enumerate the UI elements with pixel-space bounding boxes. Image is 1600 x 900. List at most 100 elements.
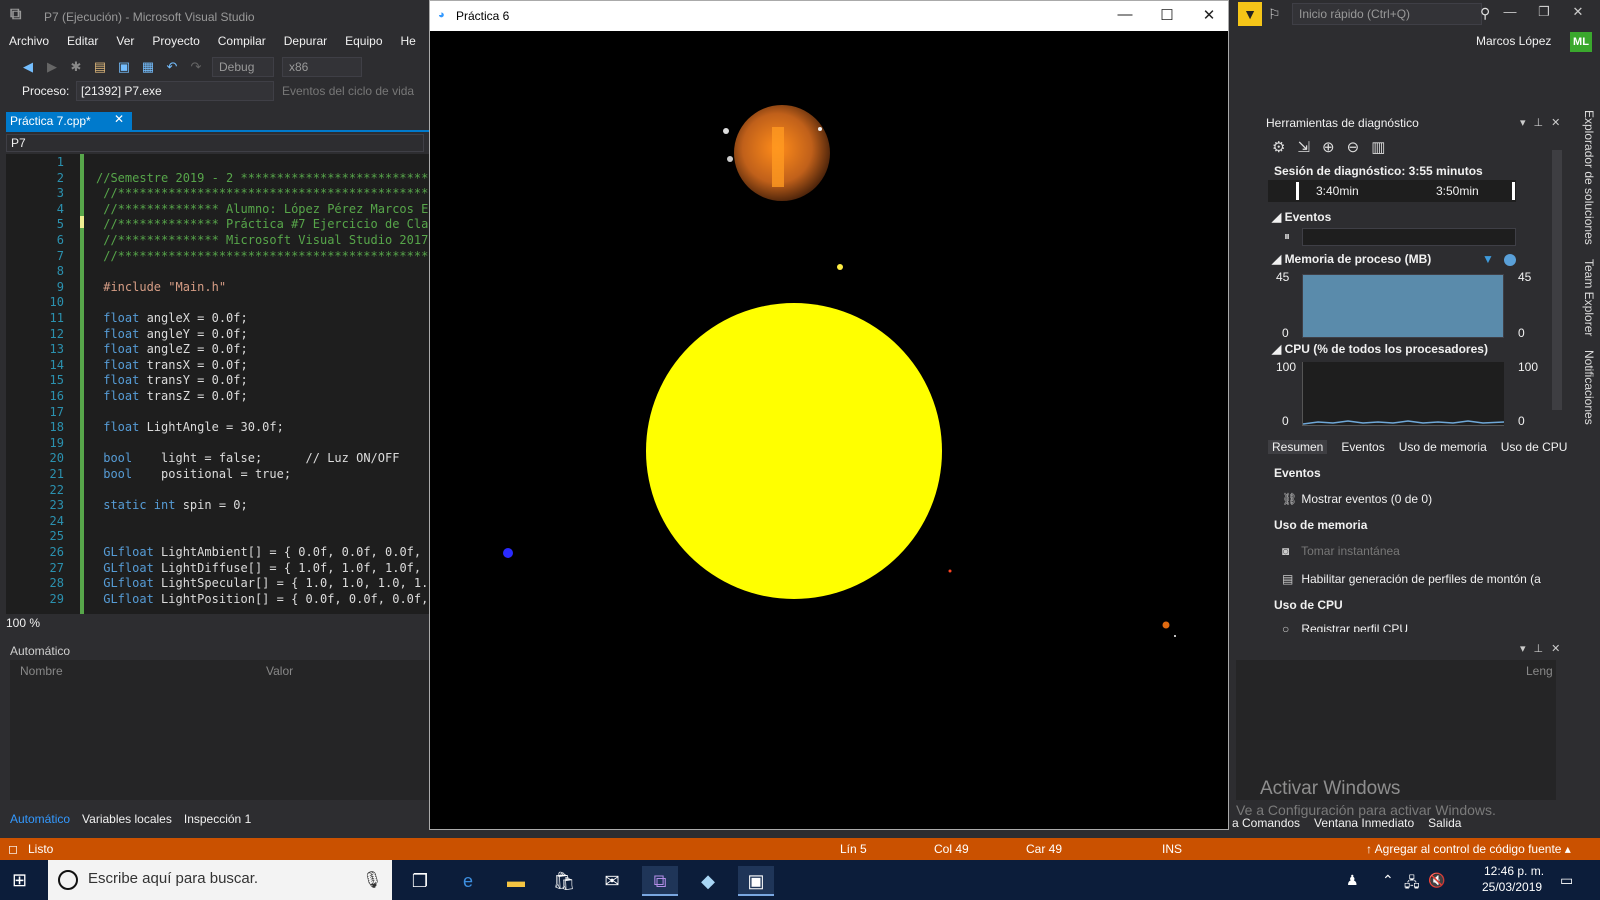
show-events-link[interactable]: ⛓ Mostrar eventos (0 de 0) (1282, 492, 1432, 506)
tab-cpu-usage[interactable]: Uso de CPU (1501, 440, 1568, 454)
memory-section-head[interactable]: ◢ Memoria de proceso (MB) (1272, 252, 1431, 266)
tab-summary[interactable]: Resumen (1268, 440, 1328, 454)
lifecycle-events-button[interactable]: Eventos del ciclo de vida (282, 84, 414, 98)
zoom-in-icon[interactable]: ⊕ (1322, 138, 1335, 156)
configuration-select[interactable]: Debug (212, 57, 274, 77)
microphone-icon[interactable]: 🎙 (362, 870, 382, 890)
code-editor[interactable]: 1 2 //Semestre 2019 - 2 ******************… (6, 154, 430, 614)
cpu-section-head[interactable]: ◢ CPU (% de todos los procesadores) (1272, 342, 1488, 356)
app-icon[interactable]: ◆ (690, 866, 726, 896)
keyword: float (103, 420, 140, 435)
take-snapshot-button[interactable]: ◙ Tomar instantánea (1282, 544, 1400, 558)
diagnostic-scrollbar[interactable] (1552, 150, 1562, 410)
notifications-filter-icon[interactable]: ▼ (1238, 2, 1262, 26)
column-header-language[interactable]: Leng (1526, 664, 1553, 678)
tab-command-window[interactable]: a Comandos (1232, 816, 1300, 830)
tab-output[interactable]: Salida (1428, 816, 1461, 830)
export-icon[interactable]: ⇲ (1297, 138, 1310, 156)
clock-time[interactable]: 12:46 p. m. (1484, 864, 1544, 878)
zoom-out-icon[interactable]: ⊖ (1347, 138, 1360, 156)
events-section-head[interactable]: ◢ Eventos (1272, 210, 1331, 224)
cortana-icon[interactable] (58, 870, 78, 890)
clock-date[interactable]: 25/03/2019 (1482, 880, 1542, 894)
line-number: 28 (49, 576, 64, 591)
search-icon[interactable]: ⚲ (1480, 5, 1490, 22)
tab-solution-explorer[interactable]: Explorador de soluciones (1572, 110, 1596, 245)
back-icon[interactable]: ◀ (20, 59, 36, 75)
new-item-icon[interactable]: ✱ (68, 59, 84, 75)
menu-ver[interactable]: Ver (107, 32, 143, 54)
heap-profiling-link[interactable]: ▤ Habilitar generación de perfiles de mo… (1282, 572, 1541, 586)
redo-icon[interactable]: ↷ (188, 59, 204, 75)
game-title-bar[interactable]: ◕ Práctica 6 — ☐ ✕ (430, 1, 1228, 31)
pause-icon[interactable]: ⏸ (1284, 229, 1290, 244)
pin-icon[interactable]: ⊥ (1534, 642, 1544, 655)
menu-proyecto[interactable]: Proyecto (143, 32, 208, 54)
settings-gear-icon[interactable]: ⚙ (1272, 138, 1285, 156)
feedback-icon[interactable]: ⚐ (1268, 6, 1281, 23)
timeline-start-handle[interactable] (1296, 182, 1299, 200)
edge-icon[interactable]: e (450, 866, 486, 896)
opengl-window[interactable]: ◕ Práctica 6 — ☐ ✕ (429, 0, 1229, 830)
restore-button[interactable]: ❐ (1530, 4, 1558, 24)
file-explorer-icon[interactable]: ▬ (498, 866, 534, 896)
platform-select[interactable]: x86 (282, 57, 362, 77)
close-icon[interactable]: ✕ (1551, 642, 1560, 655)
undo-icon[interactable]: ↶ (164, 59, 180, 75)
network-icon[interactable]: 🖧 (1404, 872, 1420, 896)
timeline-ruler[interactable]: 3:40min 3:50min (1268, 180, 1516, 202)
project-nav-select[interactable]: P7 (6, 134, 424, 152)
timeline-end-handle[interactable] (1512, 182, 1515, 200)
tab-immediate-window[interactable]: Ventana Inmediato (1314, 816, 1414, 830)
save-icon[interactable]: ▣ (116, 59, 132, 75)
source-control-button[interactable]: ↑ Agregar al control de código fuente ▴ (1366, 842, 1571, 856)
volume-icon[interactable]: 🔇 (1428, 872, 1445, 889)
menu-compilar[interactable]: Compilar (209, 32, 275, 54)
game-maximize-button[interactable]: ☐ (1152, 6, 1182, 26)
menu-depurar[interactable]: Depurar (275, 32, 336, 54)
tab-locals[interactable]: Variables locales (82, 812, 172, 826)
zoom-select[interactable]: 100 % (6, 616, 66, 632)
tab-events[interactable]: Eventos (1341, 440, 1384, 454)
store-icon[interactable]: 🛍 (546, 866, 582, 896)
render-scene[interactable] (430, 31, 1228, 829)
dropdown-icon[interactable]: ▾ (1520, 642, 1526, 655)
tab-memory-usage[interactable]: Uso de memoria (1399, 440, 1487, 454)
tab-team-explorer[interactable]: Team Explorer (1572, 259, 1596, 336)
tab-autos[interactable]: Automático (10, 812, 70, 826)
visual-studio-icon[interactable]: ⧉ (642, 866, 678, 896)
windows-start-icon[interactable]: ⊞ (12, 870, 32, 890)
people-icon[interactable]: ♟ (1346, 872, 1359, 889)
close-icon[interactable]: ✕ (114, 112, 124, 126)
minimize-button[interactable]: — (1496, 4, 1524, 24)
tab-watch[interactable]: Inspección 1 (184, 812, 251, 826)
menu-archivo[interactable]: Archivo (0, 32, 58, 54)
reset-zoom-icon[interactable]: ▥ (1371, 138, 1385, 156)
menu-help[interactable]: He (392, 32, 425, 54)
column-header-value[interactable]: Valor (266, 664, 293, 678)
process-select[interactable]: [21392] P7.exe (76, 81, 274, 101)
chevron-up-icon[interactable]: ⌃ (1382, 872, 1394, 889)
column-header-name[interactable]: Nombre (20, 664, 63, 678)
task-view-icon[interactable]: ❐ (402, 866, 438, 896)
record-cpu-link[interactable]: ○ Registrar perfil CPU (1282, 622, 1408, 632)
game-minimize-button[interactable]: — (1110, 6, 1140, 26)
taskbar-search-input[interactable]: Escribe aquí para buscar. (48, 860, 392, 900)
mail-icon[interactable]: ✉ (594, 866, 630, 896)
quick-launch-input[interactable]: Inicio rápido (Ctrl+Q) (1292, 3, 1482, 25)
open-folder-icon[interactable]: ▤ (92, 59, 108, 75)
tab-notifications[interactable]: Notificaciones (1572, 350, 1596, 425)
menu-editar[interactable]: Editar (58, 32, 107, 54)
game-close-button[interactable]: ✕ (1194, 6, 1224, 26)
close-button[interactable]: ✕ (1564, 4, 1592, 24)
menu-equipo[interactable]: Equipo (336, 32, 391, 54)
opengl-app-icon[interactable]: ▣ (738, 866, 774, 896)
avatar[interactable]: ML (1570, 32, 1592, 52)
close-icon[interactable]: ✕ (1551, 116, 1560, 129)
user-name[interactable]: Marcos López (1476, 34, 1551, 48)
save-all-icon[interactable]: ▦ (140, 59, 156, 75)
action-center-icon[interactable]: ▭ (1560, 872, 1573, 889)
pin-icon[interactable]: ⊥ (1534, 116, 1544, 129)
forward-icon[interactable]: ▶ (44, 59, 60, 75)
dropdown-icon[interactable]: ▾ (1520, 116, 1526, 129)
